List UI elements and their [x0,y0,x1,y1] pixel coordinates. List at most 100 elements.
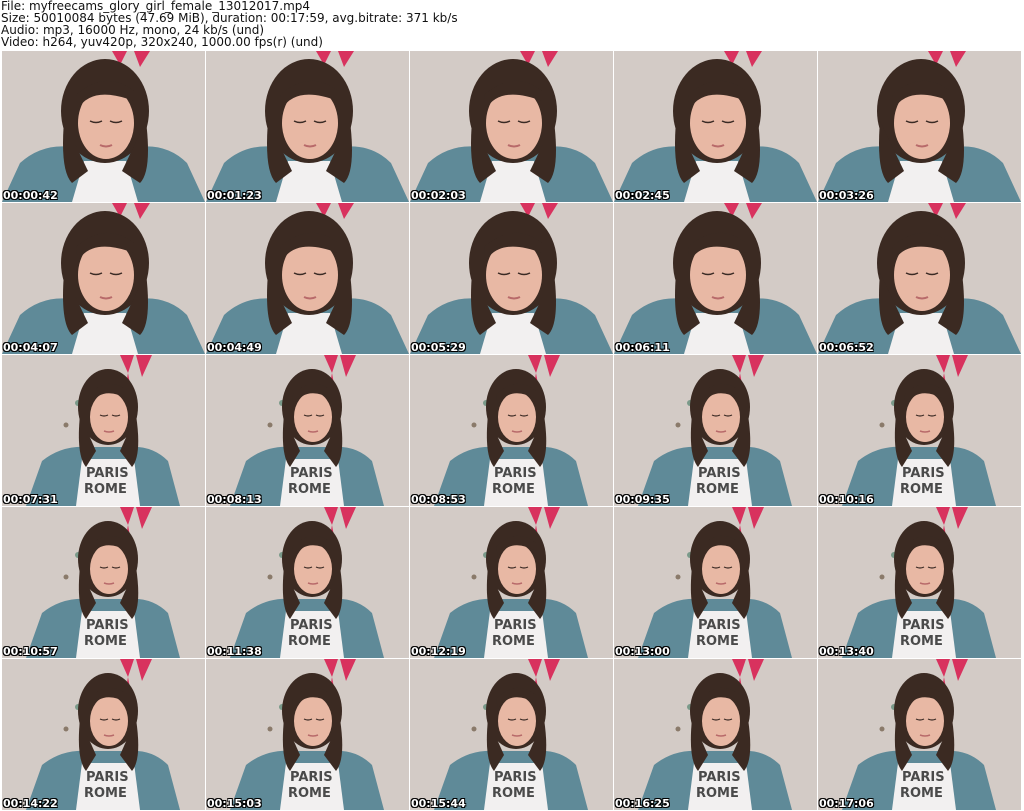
svg-text:PARIS: PARIS [902,618,945,633]
video-info-line: Video: h264, yuv420p, 320x240, 1000.00 f… [1,35,323,49]
svg-text:PARIS: PARIS [290,770,333,785]
svg-text:PARIS: PARIS [494,618,537,633]
timestamp-label: 00:13:00 [615,645,670,658]
thumbnail-image: PARIS ROME [2,355,205,506]
svg-text:ROME: ROME [84,786,127,801]
thumbnail-image [410,51,613,202]
thumbnail-frame: PARIS ROME 00:08:13 [206,355,409,506]
thumbnail-image: PARIS ROME [818,507,1021,658]
thumbnail-image: PARIS ROME [2,507,205,658]
svg-text:ROME: ROME [492,786,535,801]
timestamp-label: 00:06:52 [819,341,874,354]
timestamp-label: 00:08:13 [207,493,262,506]
timestamp-label: 00:09:35 [615,493,670,506]
svg-text:PARIS: PARIS [290,466,333,481]
svg-text:ROME: ROME [696,634,739,649]
timestamp-label: 00:01:23 [207,189,262,202]
timestamp-label: 00:17:06 [819,797,874,810]
svg-text:PARIS: PARIS [698,770,741,785]
thumbnail-image: PARIS ROME [206,659,409,810]
thumbnail-image [2,51,205,202]
timestamp-label: 00:04:07 [3,341,58,354]
thumbnail-frame: 00:03:26 [818,51,1021,202]
thumbnail-frame: 00:02:03 [410,51,613,202]
thumbnail-frame: PARIS ROME 00:10:57 [2,507,205,658]
thumbnail-frame: PARIS ROME 00:14:22 [2,659,205,810]
svg-text:ROME: ROME [696,482,739,497]
thumbnail-image: PARIS ROME [818,355,1021,506]
file-info-header: File: myfreecams_glory_girl_female_13012… [0,0,1024,50]
timestamp-label: 00:02:45 [615,189,670,202]
thumbnail-image [206,51,409,202]
svg-text:ROME: ROME [288,482,331,497]
thumbnail-frame: 00:04:07 [2,203,205,354]
timestamp-label: 00:11:38 [207,645,262,658]
timestamp-label: 00:12:19 [411,645,466,658]
svg-text:ROME: ROME [900,634,943,649]
svg-text:PARIS: PARIS [494,466,537,481]
timestamp-label: 00:05:29 [411,341,466,354]
timestamp-label: 00:06:11 [615,341,670,354]
thumbnail-image: PARIS ROME [614,355,817,506]
thumbnail-frame: PARIS ROME 00:09:35 [614,355,817,506]
svg-text:ROME: ROME [900,786,943,801]
timestamp-label: 00:02:03 [411,189,466,202]
thumbnail-image [818,203,1021,354]
timestamp-label: 00:07:31 [3,493,58,506]
svg-text:ROME: ROME [900,482,943,497]
svg-text:PARIS: PARIS [698,618,741,633]
svg-text:ROME: ROME [492,634,535,649]
thumbnail-frame: 00:00:42 [2,51,205,202]
thumbnail-frame: PARIS ROME 00:08:53 [410,355,613,506]
thumbnail-frame: PARIS ROME 00:17:06 [818,659,1021,810]
thumbnail-image: PARIS ROME [206,507,409,658]
thumbnail-image [818,51,1021,202]
timestamp-label: 00:03:26 [819,189,874,202]
thumbnail-frame: 00:06:11 [614,203,817,354]
svg-text:ROME: ROME [492,482,535,497]
svg-text:PARIS: PARIS [902,466,945,481]
thumbnail-image: PARIS ROME [818,659,1021,810]
thumbnail-image: PARIS ROME [206,355,409,506]
timestamp-label: 00:16:25 [615,797,670,810]
timestamp-label: 00:08:53 [411,493,466,506]
thumbnail-image [410,203,613,354]
thumbnail-frame: 00:02:45 [614,51,817,202]
thumbnail-image: PARIS ROME [614,507,817,658]
thumbnail-frame: PARIS ROME 00:11:38 [206,507,409,658]
timestamp-label: 00:14:22 [3,797,58,810]
svg-text:PARIS: PARIS [290,618,333,633]
thumbnail-frame: 00:04:49 [206,203,409,354]
thumbnail-frame: PARIS ROME 00:15:03 [206,659,409,810]
svg-text:ROME: ROME [696,786,739,801]
thumbnail-frame: PARIS ROME 00:12:19 [410,507,613,658]
timestamp-label: 00:10:57 [3,645,58,658]
thumbnail-frame: PARIS ROME 00:10:16 [818,355,1021,506]
timestamp-label: 00:15:03 [207,797,262,810]
thumbnail-frame: PARIS ROME 00:16:25 [614,659,817,810]
svg-text:PARIS: PARIS [494,770,537,785]
thumbnail-frame: PARIS ROME 00:13:40 [818,507,1021,658]
thumbnail-frame: PARIS ROME 00:07:31 [2,355,205,506]
thumbnail-image [614,51,817,202]
timestamp-label: 00:15:44 [411,797,466,810]
timestamp-label: 00:10:16 [819,493,874,506]
thumbnail-image: PARIS ROME [2,659,205,810]
svg-text:PARIS: PARIS [86,466,129,481]
thumbnail-frame: PARIS ROME 00:13:00 [614,507,817,658]
thumbnail-image: PARIS ROME [614,659,817,810]
thumbnail-image: PARIS ROME [410,659,613,810]
svg-text:ROME: ROME [84,634,127,649]
svg-text:PARIS: PARIS [86,618,129,633]
svg-text:ROME: ROME [84,482,127,497]
svg-text:ROME: ROME [288,634,331,649]
svg-text:PARIS: PARIS [698,466,741,481]
timestamp-label: 00:13:40 [819,645,874,658]
svg-text:PARIS: PARIS [86,770,129,785]
svg-text:ROME: ROME [288,786,331,801]
thumbnail-image [2,203,205,354]
thumbnail-image: PARIS ROME [410,355,613,506]
thumbnail-image [614,203,817,354]
thumbnail-grid: 00:00:42 00:01:23 00:02:03 00:02:45 00:0… [2,51,1022,811]
svg-text:PARIS: PARIS [902,770,945,785]
